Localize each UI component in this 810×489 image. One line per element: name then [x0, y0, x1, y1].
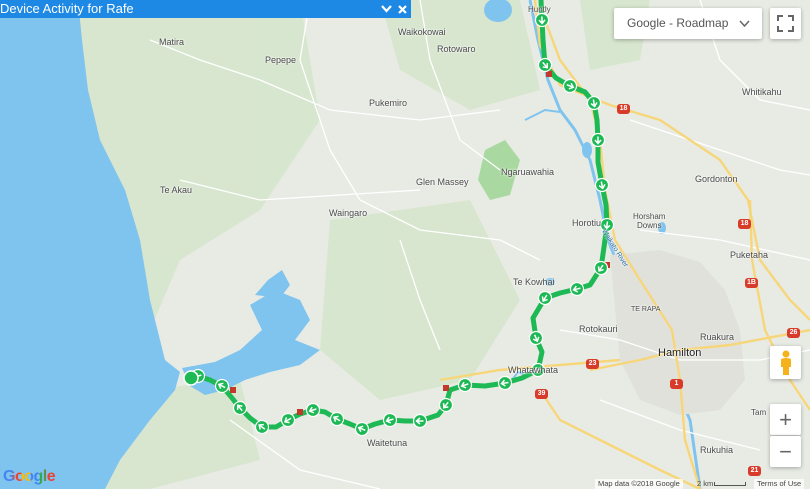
place-label: Rotokauri: [579, 324, 618, 334]
map-type-label: Google - Roadmap: [627, 16, 729, 30]
terms-of-use-link[interactable]: Terms of Use: [754, 479, 805, 489]
place-label: Whatawhata: [508, 365, 559, 375]
direction-arrow-icon[interactable]: [412, 413, 428, 429]
place-label: Horsham Downs: [633, 212, 666, 230]
chevron-down-icon[interactable]: [380, 0, 392, 18]
place-label: Whitikahu: [742, 87, 782, 97]
close-icon[interactable]: [396, 0, 408, 18]
scale-label: 2 km: [697, 479, 714, 488]
street-view-button[interactable]: [770, 346, 801, 379]
route-endpoint-marker[interactable]: [183, 370, 199, 386]
fullscreen-button[interactable]: [770, 8, 801, 39]
stop-marker-icon[interactable]: [546, 71, 552, 77]
place-label: Matira: [159, 37, 185, 47]
direction-arrow-icon[interactable]: [594, 177, 610, 193]
place-label: Horotiu: [572, 218, 602, 228]
direction-arrow-icon[interactable]: [569, 281, 585, 297]
google-logo: Google: [3, 468, 56, 485]
map-type-select[interactable]: Google - Roadmap: [614, 8, 762, 39]
panel-title: Device Activity for Rafe: [0, 1, 134, 16]
place-label: Waingaro: [329, 208, 368, 218]
highway-shield: 26: [787, 328, 800, 338]
direction-arrow-icon[interactable]: [527, 329, 544, 346]
place-label: Hamilton: [658, 347, 702, 359]
direction-arrow-icon[interactable]: [497, 375, 513, 391]
place-label: Tam: [751, 408, 767, 417]
scale-bar: [714, 482, 746, 486]
highway-shield: 39: [535, 389, 548, 399]
place-label: Ngaruawahia: [501, 167, 555, 177]
chevron-down-icon: [739, 8, 750, 51]
place-label: Rukuhia: [700, 445, 734, 455]
place-label: Puketaha: [730, 250, 769, 260]
zoom-out-button[interactable]: −: [770, 436, 801, 467]
highway-shield: 21: [748, 466, 761, 476]
place-label: Ruakura: [700, 332, 735, 342]
stop-marker-icon[interactable]: [443, 385, 449, 391]
activity-panel-header: Device Activity for Rafe: [0, 0, 411, 18]
activity-route: [183, 0, 615, 438]
map-canvas[interactable]: Matira Waikokowai Rotowaro Pepepe Pukemi…: [0, 0, 810, 489]
direction-arrow-icon[interactable]: [382, 412, 398, 428]
place-label: Te Kowhai: [513, 277, 555, 287]
zoom-in-button[interactable]: +: [770, 404, 801, 435]
direction-arrow-icon[interactable]: [457, 377, 473, 393]
place-label: Rotowaro: [437, 44, 476, 54]
place-label: TE RAPA: [631, 306, 661, 313]
fullscreen-icon: [777, 15, 794, 32]
highway-shield: 23: [586, 359, 599, 369]
direction-arrow-icon[interactable]: [534, 12, 550, 28]
highway-shield: 18: [617, 104, 630, 114]
highway-shield: 18: [738, 219, 751, 229]
place-label: Glen Massey: [416, 177, 469, 187]
highway-shield: 1B: [745, 278, 758, 288]
place-label: Pukemiro: [369, 98, 408, 108]
direction-arrow-icon[interactable]: [305, 402, 321, 418]
place-label: Gordonton: [695, 174, 738, 184]
place-label: Waitetuna: [367, 438, 408, 448]
place-label: Huntly: [528, 5, 551, 14]
highway-shield: 1: [670, 379, 683, 389]
stop-marker-icon[interactable]: [297, 409, 303, 415]
place-label: Pepepe: [265, 55, 297, 65]
place-label: Waikokowai: [398, 27, 446, 37]
map-data-attribution: Map data ©2018 Google: [595, 479, 683, 489]
direction-arrow-icon[interactable]: [354, 421, 371, 438]
direction-arrow-icon[interactable]: [590, 132, 606, 148]
pegman-icon: [780, 350, 791, 375]
stop-marker-icon[interactable]: [230, 387, 236, 393]
place-label: Te Akau: [160, 185, 193, 195]
